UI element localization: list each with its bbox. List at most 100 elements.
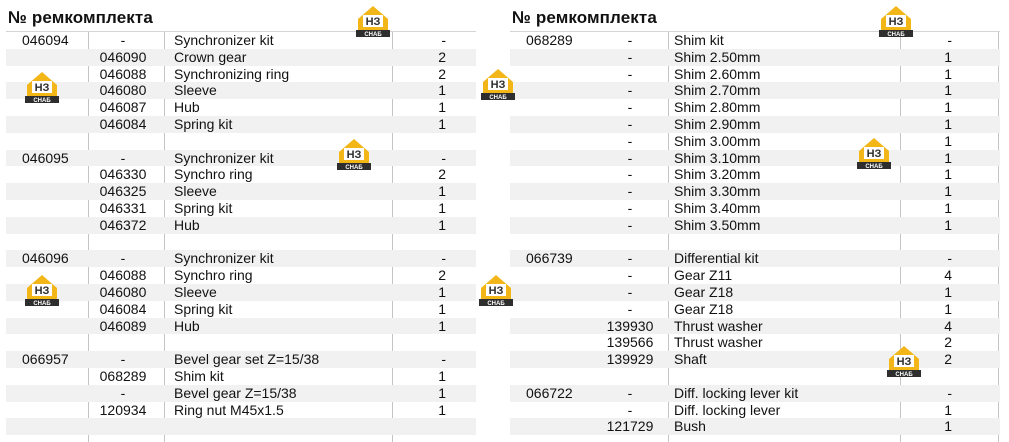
description-cell: Shim 3.40mm (674, 199, 761, 216)
description-cell: Bevel gear set Z=15/38 (174, 351, 320, 368)
part-number-cell: 046089 (99, 317, 147, 334)
quantity-cell: 1 (944, 283, 952, 300)
svg-text:СНАБ: СНАБ (887, 32, 905, 38)
table-row: 046331 Spring kit 1 (6, 200, 476, 217)
svg-text:НЗ: НЗ (347, 149, 362, 161)
table-row: 046372 Hub 1 (6, 216, 476, 234)
part-number-cell: - (627, 384, 633, 401)
part-number-cell: - (120, 351, 126, 368)
quantity-cell: 1 (944, 183, 952, 200)
part-number-cell: 139566 (606, 334, 654, 351)
quantity-cell: 1 (944, 166, 952, 183)
quantity-cell: 1 (438, 183, 446, 200)
table-row: 046096 - Synchronizer kit - (6, 250, 476, 268)
part-number-cell: 046084 (99, 115, 147, 132)
kit-number-cell: 046096 (22, 250, 69, 267)
table-row: 120934 Ring nut M45x1.5 1 (6, 402, 476, 419)
table-row: - Shim 2.60mm 1 (510, 66, 1000, 83)
svg-text:СНАБ: СНАБ (489, 95, 507, 101)
part-number-cell: 139930 (606, 317, 654, 334)
quantity-cell: 1 (438, 384, 446, 401)
description-cell: Sleeve (174, 283, 217, 300)
description-cell: Thrust washer (674, 334, 763, 351)
table-row: 046094 - Synchronizer kit - (6, 32, 476, 49)
part-number-cell: - (627, 65, 633, 82)
table-row (510, 234, 1000, 251)
description-cell: Diff. locking lever kit (674, 384, 799, 401)
svg-text:СНАБ: СНАБ (865, 164, 883, 170)
quantity-cell: 1 (944, 132, 952, 149)
description-cell: Gear Z11 (674, 267, 733, 284)
quantity-cell: 1 (944, 199, 952, 216)
table-row: 046095 - Synchronizer kit - (6, 149, 476, 167)
quantity-cell: 1 (944, 115, 952, 132)
table-row: 046325 Sleeve 1 (6, 183, 476, 200)
quantity-cell: - (947, 250, 952, 267)
description-cell: Ring nut M45x1.5 (174, 401, 284, 418)
description-cell: Shaft (674, 351, 707, 368)
table-row: - Shim 3.00mm 1 (510, 133, 1000, 150)
table-row: 046088 Synchro ring 2 (6, 267, 476, 284)
svg-text:СНАБ: СНАБ (487, 301, 505, 307)
table-row: - Shim 2.70mm 1 (510, 82, 1000, 100)
svg-text:НЗ: НЗ (867, 148, 882, 160)
table-row (6, 133, 476, 150)
svg-text:НЗ: НЗ (366, 16, 381, 28)
table-row: - Gear Z18 1 (510, 283, 1000, 301)
svg-text:СНАБ: СНАБ (895, 372, 913, 378)
part-number-cell: 068289 (99, 367, 147, 384)
part-number-cell: - (627, 183, 633, 200)
part-number-cell: 046088 (99, 65, 147, 82)
part-number-cell: - (627, 48, 633, 65)
quantity-cell: 1 (438, 216, 446, 233)
table-row: 121729 Bush 1 (510, 418, 1000, 436)
part-number-cell: - (627, 267, 633, 284)
table-row: 139930 Thrust washer 4 (510, 317, 1000, 335)
quantity-cell: 1 (438, 283, 446, 300)
description-cell: Gear Z18 (674, 283, 734, 300)
quantity-cell: 1 (944, 300, 952, 317)
kit-number-cell: 066739 (526, 250, 573, 267)
quantity-cell: - (441, 149, 446, 166)
right-parts-table: 068289- Shim kit - - Shim 2.50mm 1- Shim 2.60m… (510, 32, 1000, 436)
svg-text:НЗ: НЗ (35, 285, 50, 297)
nz-snab-logo-icon: НЗ СНАБ (878, 4, 914, 38)
table-row: 066957 - Bevel gear set Z=15/38 - (6, 351, 476, 368)
part-number-cell: 120934 (99, 401, 147, 418)
description-cell: Synchro ring (174, 166, 253, 183)
table-row: 046090 Crown gear 2 (6, 48, 476, 66)
description-cell: Diff. locking lever (674, 401, 781, 418)
kit-number-cell: 068289 (526, 32, 573, 48)
description-cell: Synchronizer kit (174, 250, 274, 267)
table-row: 046330 Synchro ring 2 (6, 166, 476, 183)
quantity-cell: - (441, 351, 446, 368)
part-number-cell: 046080 (99, 82, 147, 99)
table-row (6, 418, 476, 436)
description-cell: Crown gear (174, 48, 247, 65)
description-cell: Sleeve (174, 183, 217, 200)
part-number-cell: 046330 (99, 166, 147, 183)
description-cell: Thrust washer (674, 317, 763, 334)
part-number-cell: 046331 (99, 199, 147, 216)
quantity-cell: 1 (944, 65, 952, 82)
kit-number-cell: 066957 (22, 351, 69, 368)
quantity-cell: 2 (438, 48, 446, 65)
table-row: - Gear Z18 1 (510, 301, 1000, 318)
description-cell: Spring kit (174, 300, 233, 317)
part-number-cell: 139929 (606, 351, 654, 368)
description-cell: Shim kit (174, 367, 224, 384)
description-cell: Gear Z18 (674, 300, 734, 317)
quantity-cell: 1 (438, 300, 446, 317)
description-cell: Synchronizing ring (174, 65, 290, 82)
quantity-cell: 4 (944, 317, 952, 334)
table-row: - Shim 3.30mm 1 (510, 183, 1000, 200)
svg-text:НЗ: НЗ (897, 356, 912, 368)
kit-number-cell: 046094 (22, 32, 69, 48)
part-number-cell: 046088 (99, 267, 147, 284)
part-number-cell: - (120, 32, 126, 48)
svg-text:НЗ: НЗ (889, 16, 904, 28)
description-cell: Differential kit (674, 250, 759, 267)
quantity-cell: 1 (944, 216, 952, 233)
part-number-cell: 046090 (99, 48, 147, 65)
description-cell: Shim 2.80mm (674, 99, 761, 116)
